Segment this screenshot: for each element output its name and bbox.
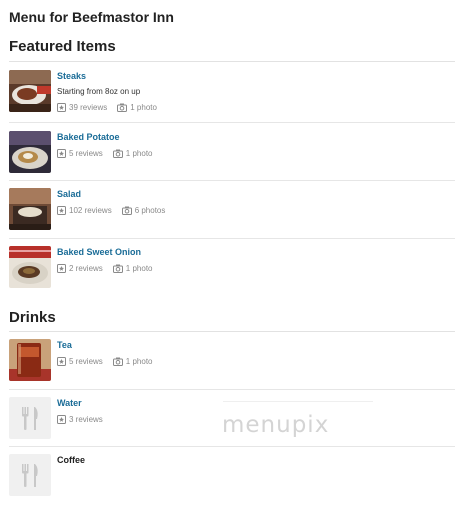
- item-divider: [9, 122, 455, 123]
- camera-icon: [112, 149, 123, 158]
- review-count: 2 reviews: [69, 264, 103, 273]
- reviews-link[interactable]: 3 reviews: [57, 414, 103, 425]
- watermark: menupix: [222, 412, 330, 438]
- reviews-link[interactable]: 5 reviews: [57, 148, 103, 159]
- item-description: Starting from 8oz on up: [57, 87, 141, 96]
- item-name-link[interactable]: Baked Sweet Onion: [57, 246, 163, 258]
- camera-icon: [117, 103, 128, 112]
- onion-thumbnail[interactable]: [9, 246, 51, 288]
- camera-icon: [112, 264, 123, 273]
- review-count: 39 reviews: [69, 103, 108, 112]
- photo-count: 6 photos: [134, 206, 166, 215]
- page-title: Menu for Beefmastor Inn: [9, 9, 174, 25]
- item-divider: [9, 180, 455, 181]
- section-title-drinks: Drinks: [9, 309, 56, 326]
- review-icon: [57, 206, 66, 215]
- item-name-link[interactable]: Baked Potatoe: [57, 131, 163, 143]
- review-count: 5 reviews: [69, 149, 103, 158]
- utensils-placeholder-thumbnail[interactable]: [9, 397, 51, 439]
- photos-link[interactable]: 1 photo: [112, 356, 153, 367]
- photo-count: 1 photo: [130, 103, 157, 112]
- review-count: 3 reviews: [69, 415, 103, 424]
- tea-thumbnail[interactable]: [9, 339, 51, 381]
- review-icon: [57, 264, 66, 273]
- item-name-link[interactable]: Steaks: [57, 70, 167, 82]
- item-divider: [9, 238, 455, 239]
- photos-link[interactable]: 1 photo: [112, 148, 153, 159]
- item-name: Coffee: [57, 455, 86, 465]
- item-divider: [9, 389, 455, 390]
- potato-thumbnail[interactable]: [9, 131, 51, 173]
- review-count: 102 reviews: [69, 206, 112, 215]
- utensils-icon: [22, 464, 38, 487]
- steak-thumbnail[interactable]: [9, 70, 51, 112]
- photos-link[interactable]: 1 photo: [112, 263, 153, 274]
- item-divider: [9, 446, 455, 447]
- watermark-rule: [223, 401, 373, 402]
- review-icon: [57, 357, 66, 366]
- utensils-icon: [22, 407, 38, 430]
- section-title-featured: Featured Items: [9, 38, 116, 55]
- camera-icon: [112, 357, 123, 366]
- salad-thumbnail[interactable]: [9, 188, 51, 230]
- reviews-link[interactable]: 39 reviews: [57, 102, 107, 113]
- reviews-link[interactable]: 102 reviews: [57, 205, 112, 216]
- utensils-placeholder-thumbnail[interactable]: [9, 454, 51, 496]
- photos-link[interactable]: 1 photo: [117, 102, 157, 113]
- item-name-link[interactable]: Salad: [57, 188, 175, 200]
- reviews-link[interactable]: 2 reviews: [57, 263, 103, 274]
- photos-link[interactable]: 6 photos: [121, 205, 166, 216]
- review-icon: [57, 149, 66, 158]
- review-count: 5 reviews: [69, 357, 103, 366]
- reviews-link[interactable]: 5 reviews: [57, 356, 103, 367]
- review-icon: [57, 415, 66, 424]
- photo-count: 1 photo: [125, 149, 153, 158]
- camera-icon: [121, 206, 132, 215]
- section-divider: [9, 331, 455, 332]
- item-name-link[interactable]: Tea: [57, 339, 163, 351]
- item-name-link[interactable]: Water: [57, 397, 113, 409]
- review-icon: [57, 103, 66, 112]
- photo-count: 1 photo: [125, 357, 153, 366]
- photo-count: 1 photo: [125, 264, 153, 273]
- section-divider: [9, 61, 455, 62]
